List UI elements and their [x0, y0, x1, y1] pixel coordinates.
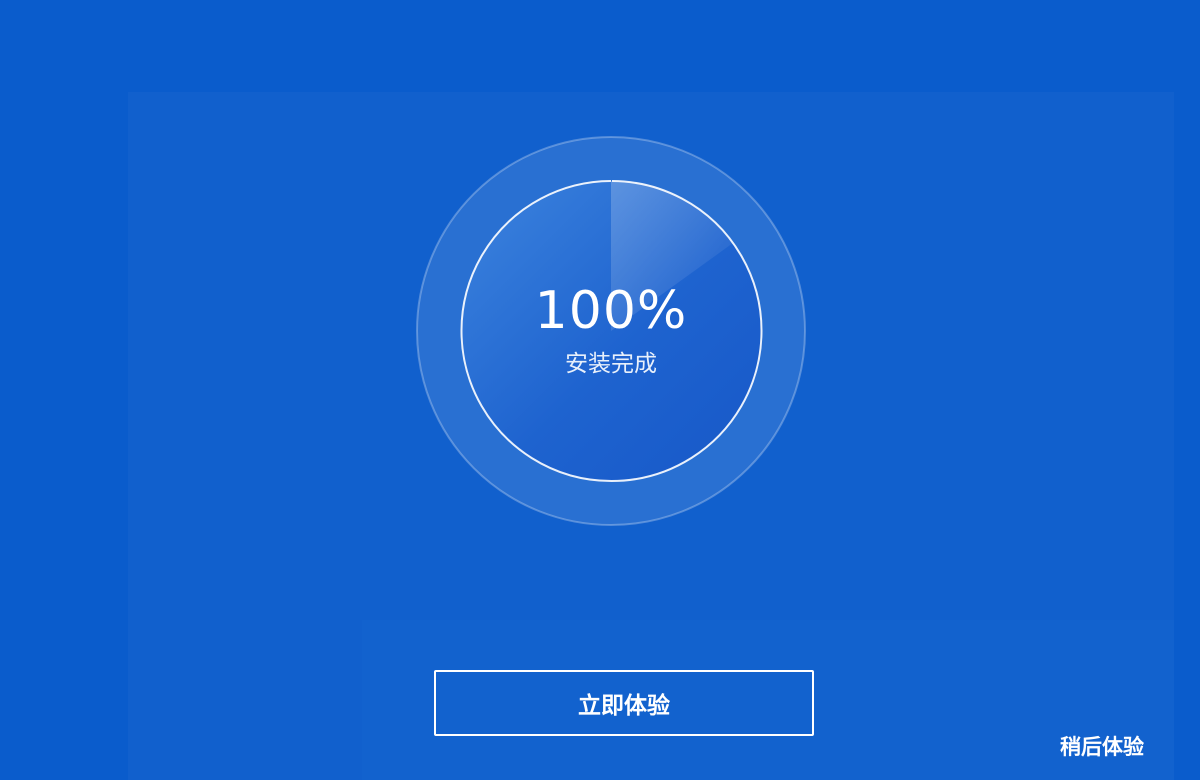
- install-status: 安装完成: [565, 351, 657, 377]
- progress-percent: 100%: [534, 281, 688, 341]
- try-later-link[interactable]: 稍后体验: [1040, 730, 1164, 762]
- try-now-button[interactable]: 立即体验: [434, 670, 814, 736]
